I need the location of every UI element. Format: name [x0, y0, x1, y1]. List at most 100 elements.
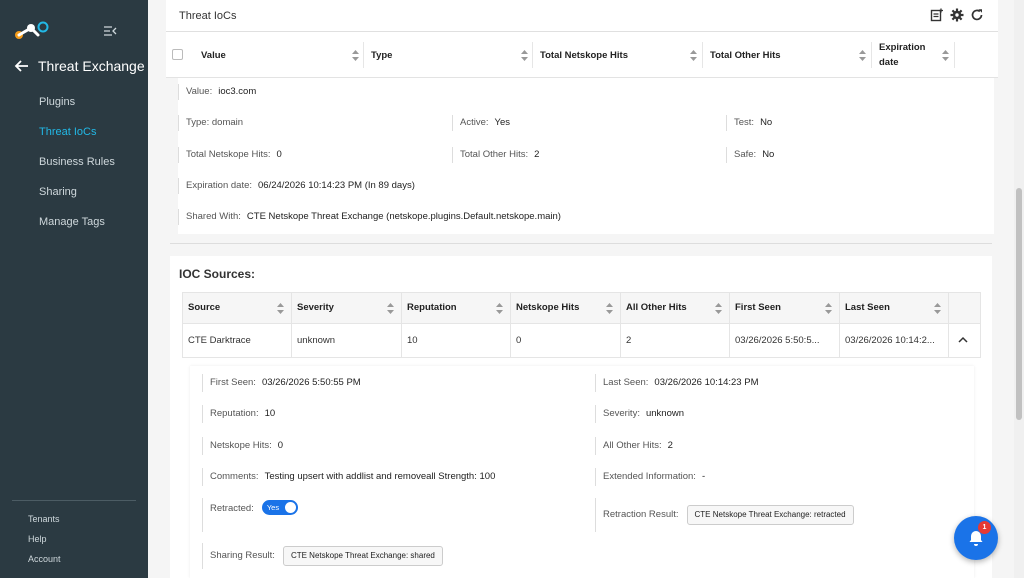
source-sharing-result: Sharing Result: CTE Netskope Threat Exch…: [202, 543, 443, 569]
column-separator: [291, 293, 292, 323]
detail-netskope-hits: Total Netskope Hits: 0: [178, 147, 282, 163]
column-header-netskope-hits[interactable]: Netskope Hits: [516, 293, 579, 323]
sort-icon[interactable]: [496, 303, 503, 314]
column-separator: [871, 42, 872, 68]
column-header-last-seen[interactable]: Last Seen: [845, 293, 890, 323]
source-netskope-hits: Netskope Hits: 0: [202, 437, 283, 455]
sidebar: Threat Exchange Plugins Threat IoCs Busi…: [0, 0, 148, 578]
table-row[interactable]: CTE Darktrace unknown 10 0 2 03/26/2026 …: [182, 324, 981, 358]
column-header-value[interactable]: Value: [201, 32, 226, 78]
logo-icon: [15, 21, 49, 39]
cell-all-other-hits: 2: [626, 335, 632, 346]
refresh-icon[interactable]: [970, 8, 984, 22]
sidebar-item-help[interactable]: Help: [28, 534, 61, 554]
ioc-table-header: Value Type Total Netskope Hits Total Oth…: [166, 32, 998, 78]
sources-table-header: Source Severity Reputation Netskope Hits…: [182, 292, 981, 324]
source-first-seen: First Seen: 03/26/2026 5:50:55 PM: [202, 374, 361, 392]
column-header-reputation[interactable]: Reputation: [407, 293, 457, 323]
column-header-first-seen[interactable]: First Seen: [735, 293, 781, 323]
source-extended-info: Extended Information: -: [595, 468, 705, 486]
column-separator: [702, 42, 703, 68]
collapse-menu-icon[interactable]: [103, 25, 117, 37]
column-separator: [401, 293, 402, 323]
sidebar-nav: Plugins Threat IoCs Business Rules Shari…: [39, 94, 115, 244]
column-separator: [729, 324, 730, 357]
sort-icon[interactable]: [690, 50, 697, 61]
source-retraction-result: Retraction Result: CTE Netskope Threat E…: [595, 498, 854, 532]
sources-title: IOC Sources:: [179, 267, 256, 281]
cell-first-seen: 03/26/2026 5:50:5...: [735, 335, 820, 346]
source-severity: Severity: unknown: [595, 405, 684, 423]
detail-value: Value: ioc3.com: [178, 84, 256, 100]
sort-icon[interactable]: [934, 303, 941, 314]
column-header-netskope-hits[interactable]: Total Netskope Hits: [540, 32, 628, 78]
select-all-checkbox[interactable]: [172, 49, 183, 60]
sort-icon[interactable]: [387, 303, 394, 314]
ioc-sources-panel: IOC Sources: Source Severity Reputation …: [170, 256, 992, 578]
source-last-seen: Last Seen: 03/26/2026 10:14:23 PM: [595, 374, 758, 392]
sort-icon[interactable]: [277, 303, 284, 314]
gear-icon[interactable]: [950, 8, 964, 22]
column-separator: [620, 324, 621, 357]
panel-header: Threat IoCs: [166, 0, 998, 32]
column-separator: [729, 293, 730, 323]
header-actions: [930, 8, 984, 22]
sort-icon[interactable]: [825, 303, 832, 314]
column-header-all-other-hits[interactable]: All Other Hits: [626, 293, 687, 323]
scrollbar-thumb[interactable]: [1016, 188, 1022, 420]
sort-icon[interactable]: [352, 50, 359, 61]
detail-active: Active: Yes: [452, 115, 510, 131]
add-note-icon[interactable]: [930, 8, 944, 22]
cell-netskope-hits: 0: [516, 335, 522, 346]
detail-test: Test: No: [726, 115, 772, 131]
sharing-result-chip: CTE Netskope Threat Exchange: shared: [282, 546, 443, 566]
source-reputation: Reputation: 10: [202, 405, 275, 423]
section-title: Threat Exchange: [38, 58, 145, 74]
sort-icon[interactable]: [859, 50, 866, 61]
sidebar-item-sharing[interactable]: Sharing: [39, 184, 115, 214]
sort-icon[interactable]: [942, 50, 949, 61]
column-header-severity[interactable]: Severity: [297, 293, 334, 323]
sort-icon[interactable]: [521, 50, 528, 61]
detail-expiration: Expiration date: 06/24/2026 10:14:23 PM (…: [178, 178, 415, 194]
sort-icon[interactable]: [715, 303, 722, 314]
column-separator: [401, 324, 402, 357]
section-divider: [170, 243, 992, 244]
ioc-detail-card: Value: ioc3.com Type: domain Active: Yes T…: [178, 78, 994, 234]
sidebar-item-tenants[interactable]: Tenants: [28, 514, 61, 534]
retraction-result-chip: CTE Netskope Threat Exchange: retracted: [686, 505, 854, 525]
retracted-toggle[interactable]: Yes: [261, 500, 298, 515]
sidebar-item-account[interactable]: Account: [28, 554, 61, 574]
notification-badge: 1: [978, 521, 991, 534]
sidebar-item-business-rules[interactable]: Business Rules: [39, 154, 115, 184]
column-header-source[interactable]: Source: [188, 293, 220, 323]
back-to-threat-exchange[interactable]: Threat Exchange: [14, 58, 145, 74]
column-separator: [620, 293, 621, 323]
column-separator: [948, 324, 949, 357]
source-retracted: Retracted: Yes: [202, 498, 298, 532]
column-separator: [532, 42, 533, 68]
source-other-hits: All Other Hits: 2: [595, 437, 673, 455]
sort-icon[interactable]: [606, 303, 613, 314]
column-header-type[interactable]: Type: [371, 32, 392, 78]
column-header-expiration[interactable]: Expiration date: [879, 32, 939, 78]
sidebar-item-threat-iocs[interactable]: Threat IoCs: [39, 124, 115, 154]
page-title: Threat IoCs: [179, 10, 237, 22]
chevron-up-icon[interactable]: [958, 336, 968, 344]
sidebar-bottom-nav: Tenants Help Account: [28, 514, 61, 574]
column-separator: [510, 324, 511, 357]
sidebar-item-manage-tags[interactable]: Manage Tags: [39, 214, 115, 244]
cell-last-seen: 03/26/2026 10:14:2...: [845, 335, 935, 346]
detail-type: Type: domain: [178, 115, 243, 131]
sidebar-divider: [12, 500, 136, 501]
notifications-button[interactable]: 1: [954, 516, 998, 560]
detail-other-hits: Total Other Hits: 2: [452, 147, 539, 163]
column-separator: [363, 42, 364, 68]
detail-shared-with: Shared With: CTE Netskope Threat Exchange…: [178, 209, 561, 225]
column-separator: [839, 293, 840, 323]
sidebar-item-plugins[interactable]: Plugins: [39, 94, 115, 124]
column-header-other-hits[interactable]: Total Other Hits: [710, 32, 781, 78]
column-separator: [291, 324, 292, 357]
column-separator: [948, 293, 949, 323]
page-scrollbar[interactable]: [1014, 0, 1024, 578]
